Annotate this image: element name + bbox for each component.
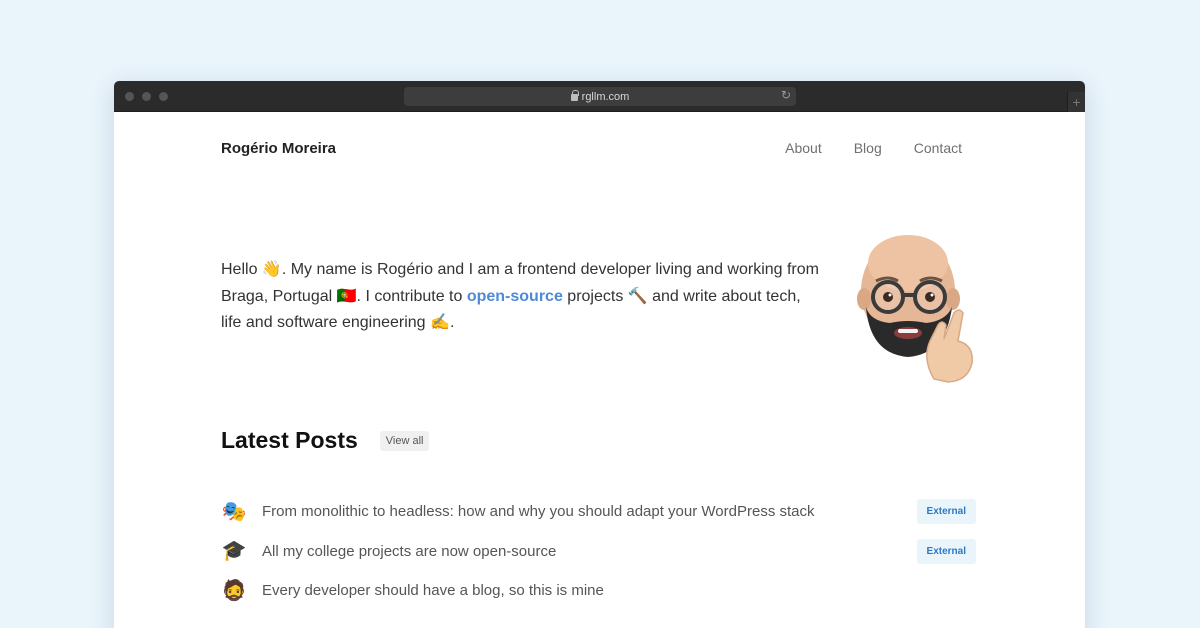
view-all-button[interactable]: View all [379, 430, 430, 451]
post-title[interactable]: From monolithic to headless: how and why… [262, 503, 917, 520]
browser-titlebar: rgllm.com ↻ + [114, 81, 1085, 112]
url-text: rgllm.com [581, 90, 630, 103]
intro-text: Hello 👋. My name is Rogério and I am a f… [221, 257, 821, 337]
memoji-face-icon: 🧔 [221, 579, 247, 602]
reload-icon[interactable]: ↻ [781, 88, 791, 102]
window-controls [125, 92, 168, 101]
lock-icon [570, 90, 579, 101]
post-title[interactable]: Every developer should have a blog, so t… [262, 582, 976, 599]
close-window-button[interactable] [125, 92, 134, 101]
nav-contact-link[interactable]: Contact [914, 140, 962, 156]
posts-list: 🎭 From monolithic to headless: how and w… [221, 492, 976, 611]
new-tab-button[interactable]: + [1067, 92, 1085, 112]
address-bar[interactable]: rgllm.com ↻ [404, 87, 796, 106]
nav-about-link[interactable]: About [785, 140, 822, 156]
browser-window: rgllm.com ↻ + Rogério Moreira About Blog… [114, 81, 1085, 628]
latest-posts-header: Latest Posts View all [221, 427, 430, 454]
post-item[interactable]: 🧔 Every developer should have a blog, so… [221, 571, 976, 611]
latest-posts-heading: Latest Posts [221, 427, 358, 453]
external-badge: External [916, 538, 976, 564]
minimize-window-button[interactable] [142, 92, 151, 101]
post-item[interactable]: 🎭 From monolithic to headless: how and w… [221, 492, 976, 532]
graduation-cap-icon: 🎓 [221, 540, 247, 563]
external-badge: External [916, 499, 976, 525]
nav-blog-link[interactable]: Blog [854, 140, 882, 156]
main-nav: About Blog Contact [785, 140, 962, 156]
theater-masks-icon: 🎭 [221, 500, 247, 523]
open-source-link[interactable]: open-source [467, 288, 563, 305]
post-title[interactable]: All my college projects are now open-sou… [262, 543, 917, 560]
memoji-avatar [857, 235, 973, 383]
maximize-window-button[interactable] [159, 92, 168, 101]
post-item[interactable]: 🎓 All my college projects are now open-s… [221, 532, 976, 572]
site-name-link[interactable]: Rogério Moreira [221, 140, 336, 157]
page-content: Rogério Moreira About Blog Contact Hello… [114, 112, 1085, 628]
